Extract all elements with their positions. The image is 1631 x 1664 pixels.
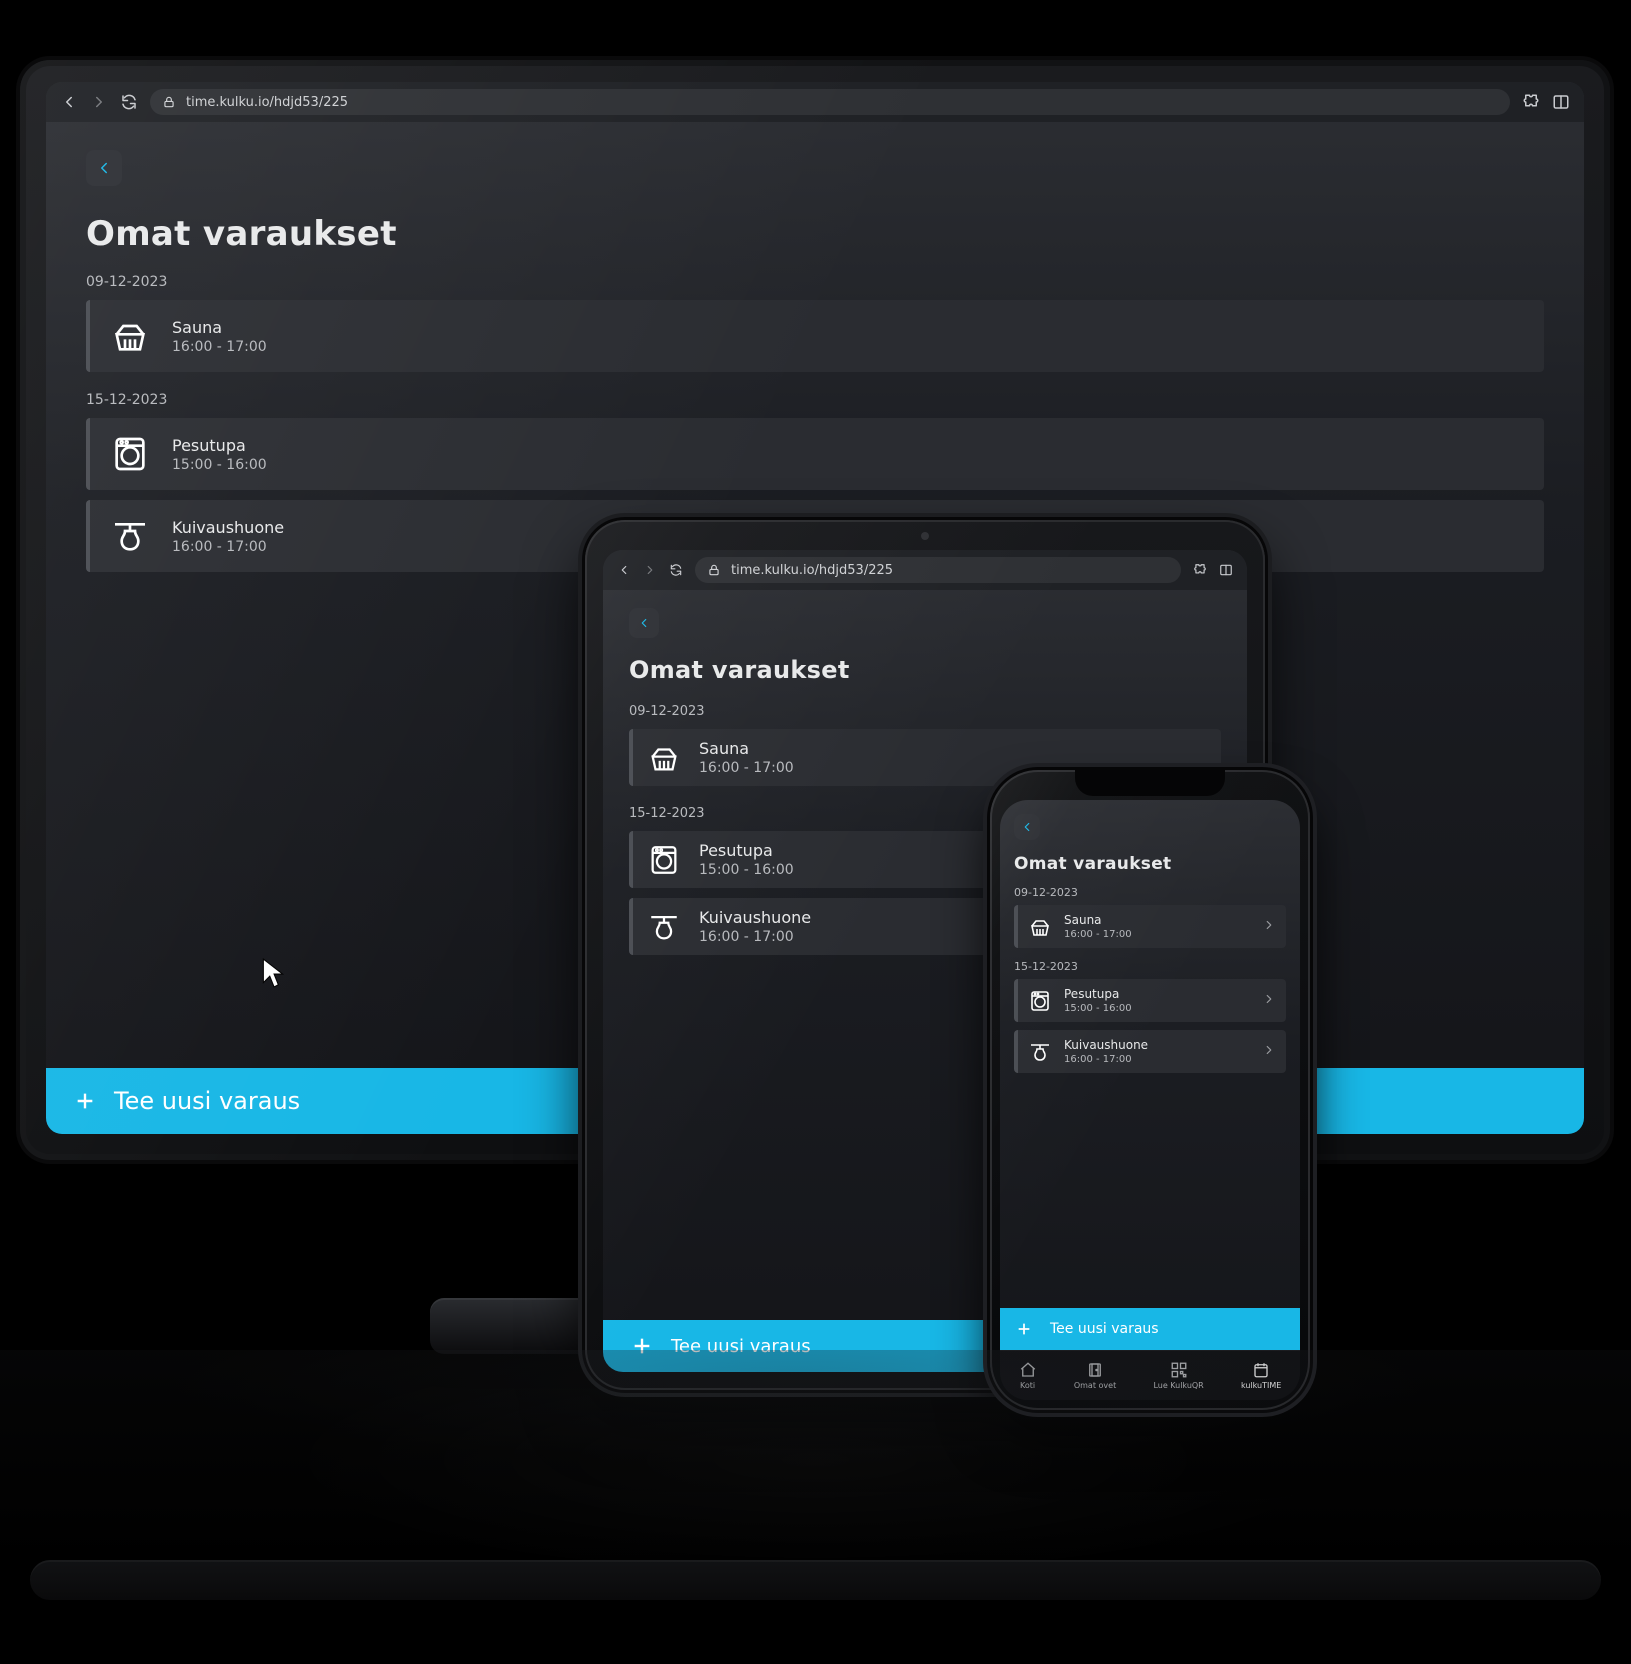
booking-time: 16:00 - 17:00 <box>172 539 284 555</box>
plus-icon <box>631 1335 653 1357</box>
tab-label: Koti <box>1020 1381 1035 1390</box>
url-bar[interactable]: time.kulku.io/hdjd53/225 <box>150 89 1510 115</box>
booking-name: Kuivaushuone <box>699 908 811 927</box>
sauna-icon <box>647 741 681 775</box>
tab-koti[interactable]: Koti <box>1019 1361 1037 1390</box>
booking-time: 16:00 - 17:00 <box>172 339 267 355</box>
date-header: 15-12-2023 <box>86 392 1544 408</box>
booking-row-pesutupa[interactable]: Pesutupa 15:00 - 16:00 <box>1014 979 1286 1022</box>
lock-icon <box>162 95 176 109</box>
nav-back-icon[interactable] <box>60 93 78 111</box>
booking-name: Pesutupa <box>699 841 794 860</box>
url-text: time.kulku.io/hdjd53/225 <box>186 95 348 110</box>
reflection-bar <box>30 1560 1601 1600</box>
nav-forward-icon[interactable] <box>90 93 108 111</box>
booking-time: 15:00 - 16:00 <box>1064 1003 1132 1014</box>
washer-icon <box>1028 989 1052 1013</box>
date-header: 09-12-2023 <box>86 274 1544 290</box>
url-bar[interactable]: time.kulku.io/hdjd53/225 <box>695 557 1181 583</box>
back-button[interactable] <box>86 150 122 186</box>
phone-notch <box>1075 770 1225 796</box>
washer-icon <box>110 434 150 474</box>
calendar-icon <box>1252 1361 1270 1379</box>
doors-icon <box>1086 1361 1104 1379</box>
browser-toolbar: time.kulku.io/hdjd53/225 <box>603 550 1247 590</box>
side-panel-icon[interactable] <box>1552 93 1570 111</box>
drying-icon <box>110 516 150 556</box>
tab-lue-kulkuqr[interactable]: Lue KulkuQR <box>1153 1361 1203 1390</box>
back-button[interactable] <box>629 608 659 638</box>
new-booking-button[interactable]: Tee uusi varaus <box>1000 1308 1300 1350</box>
browser-toolbar: time.kulku.io/hdjd53/225 <box>46 82 1584 122</box>
booking-row-pesutupa[interactable]: Pesutupa 15:00 - 16:00 <box>86 418 1544 490</box>
url-text: time.kulku.io/hdjd53/225 <box>731 563 893 578</box>
app-content: Omat varaukset 09-12-2023 Sauna 16:00 - … <box>1000 800 1300 1400</box>
extensions-icon[interactable] <box>1522 93 1540 111</box>
booking-time: 16:00 - 17:00 <box>1064 1054 1148 1065</box>
sauna-icon <box>1028 915 1052 939</box>
reload-icon[interactable] <box>669 563 683 577</box>
booking-name: Pesutupa <box>172 436 267 455</box>
tab-label: kulkuTIME <box>1241 1381 1281 1390</box>
tab-omat-ovet[interactable]: Omat ovet <box>1074 1361 1116 1390</box>
booking-time: 15:00 - 16:00 <box>699 862 794 878</box>
booking-name: Kuivaushuone <box>172 518 284 537</box>
phone-device: Omat varaukset 09-12-2023 Sauna 16:00 - … <box>990 770 1310 1410</box>
plus-icon <box>74 1090 96 1112</box>
drying-icon <box>647 910 681 944</box>
page-title: Omat varaukset <box>86 214 1544 254</box>
phone-tabbar: Koti Omat ovet Lue KulkuQR kulkuTIME <box>1000 1350 1300 1400</box>
cta-label: Tee uusi varaus <box>1050 1321 1159 1337</box>
date-header: 09-12-2023 <box>629 704 1221 719</box>
booking-name: Sauna <box>172 318 267 337</box>
reflection <box>0 1350 1631 1660</box>
chevron-left-icon <box>637 616 651 630</box>
qr-icon <box>1170 1361 1188 1379</box>
tab-label: Lue KulkuQR <box>1153 1381 1203 1390</box>
chevron-left-icon <box>95 159 113 177</box>
booking-time: 16:00 - 17:00 <box>699 760 794 776</box>
chevron-right-icon <box>1262 1042 1276 1061</box>
app-phone: Omat varaukset 09-12-2023 Sauna 16:00 - … <box>1000 800 1300 1400</box>
cta-label: Tee uusi varaus <box>114 1087 300 1115</box>
extensions-icon[interactable] <box>1193 563 1207 577</box>
booking-time: 16:00 - 17:00 <box>1064 929 1132 940</box>
booking-row-sauna[interactable]: Sauna 16:00 - 17:00 <box>1014 905 1286 948</box>
reload-icon[interactable] <box>120 93 138 111</box>
washer-icon <box>647 843 681 877</box>
booking-time: 15:00 - 16:00 <box>172 457 267 473</box>
page-title: Omat varaukset <box>629 656 1221 684</box>
date-header: 09-12-2023 <box>1014 886 1286 899</box>
back-button[interactable] <box>1014 814 1040 840</box>
sauna-icon <box>110 316 150 356</box>
nav-forward-icon[interactable] <box>643 563 657 577</box>
chevron-right-icon <box>1262 991 1276 1010</box>
booking-name: Sauna <box>699 739 794 758</box>
booking-name: Sauna <box>1064 913 1132 927</box>
page-title: Omat varaukset <box>1014 854 1286 874</box>
cta-label: Tee uusi varaus <box>671 1336 811 1357</box>
nav-back-icon[interactable] <box>617 563 631 577</box>
booking-name: Pesutupa <box>1064 987 1132 1001</box>
chevron-left-icon <box>1020 820 1034 834</box>
drying-icon <box>1028 1040 1052 1064</box>
tab-label: Omat ovet <box>1074 1381 1116 1390</box>
booking-row-kuivaushuone[interactable]: Kuivaushuone 16:00 - 17:00 <box>1014 1030 1286 1073</box>
booking-time: 16:00 - 17:00 <box>699 929 811 945</box>
plus-icon <box>1016 1321 1032 1337</box>
chevron-right-icon <box>1262 917 1276 936</box>
booking-row-sauna[interactable]: Sauna 16:00 - 17:00 <box>86 300 1544 372</box>
tab-kulkutime[interactable]: kulkuTIME <box>1241 1361 1281 1390</box>
side-panel-icon[interactable] <box>1219 563 1233 577</box>
cursor-icon <box>262 958 284 988</box>
lock-icon <box>707 563 721 577</box>
date-header: 15-12-2023 <box>1014 960 1286 973</box>
booking-name: Kuivaushuone <box>1064 1038 1148 1052</box>
home-icon <box>1019 1361 1037 1379</box>
